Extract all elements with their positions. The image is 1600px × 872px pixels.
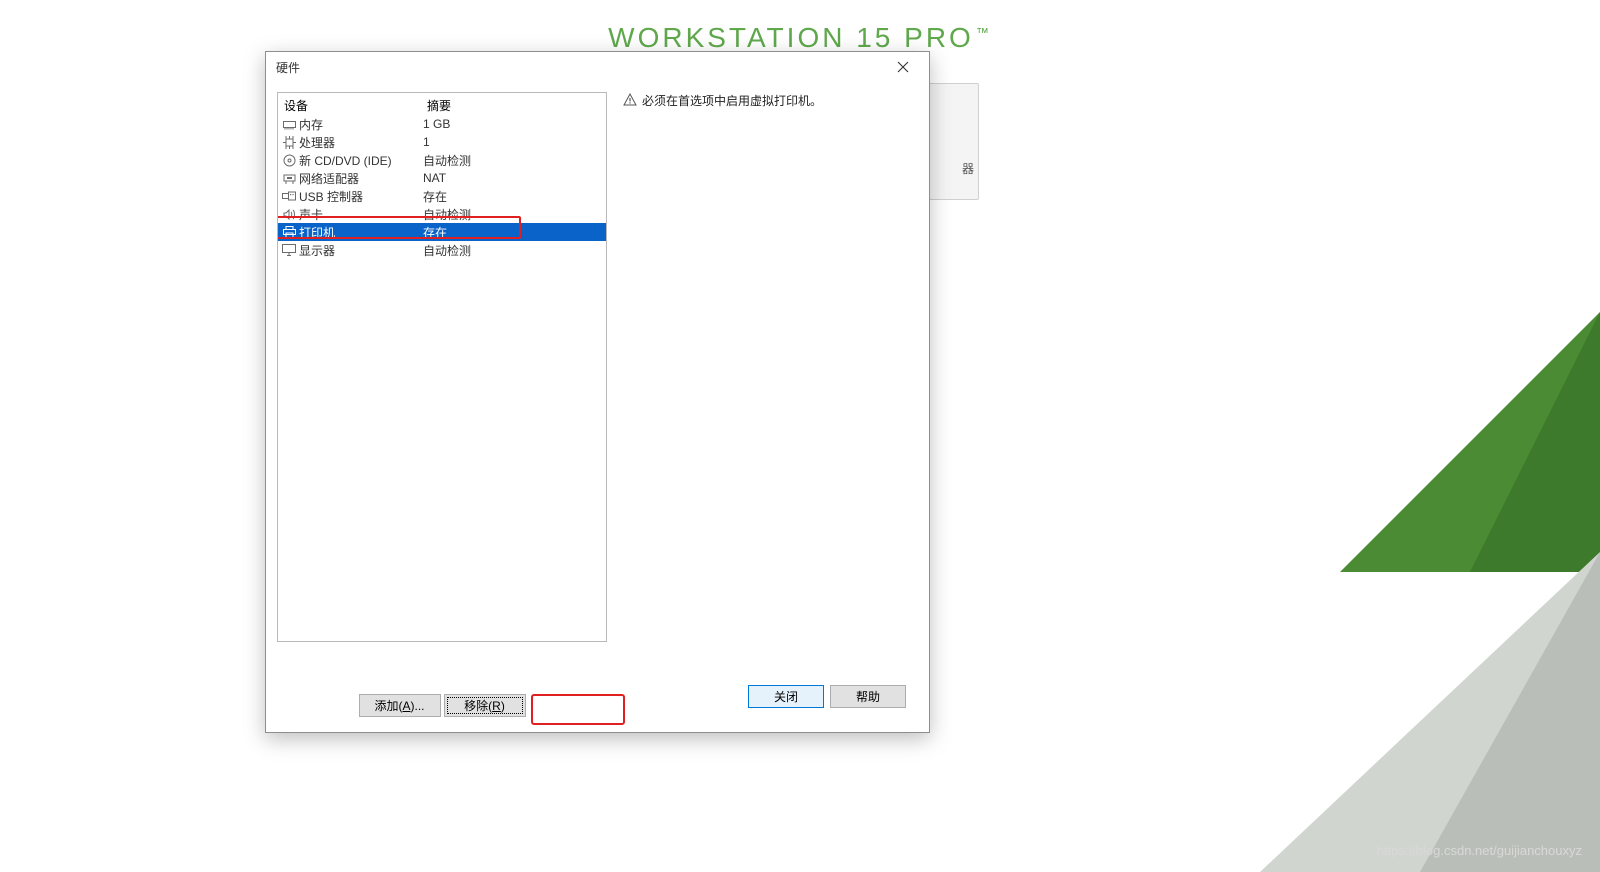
printer-icon [282, 225, 296, 239]
device-row-memory[interactable]: 内存 1 GB [278, 115, 606, 133]
detail-warning: 必须在首选项中启用虚拟打印机。 [623, 92, 917, 109]
remove-button[interactable]: 移除(R) [444, 694, 526, 717]
background-app-title: WORKSTATION 15 PRO™ [0, 22, 1600, 54]
device-summary: 自动检测 [423, 242, 604, 259]
header-summary: 摘要 [423, 97, 604, 114]
bg-panel-peek-char: 器 [962, 160, 974, 177]
close-icon[interactable] [883, 53, 923, 81]
bg-title-tm: ™ [976, 25, 992, 40]
device-summary: 1 [423, 135, 604, 149]
device-name: 声卡 [299, 206, 323, 223]
device-row-sound[interactable]: 声卡 自动检测 [278, 205, 606, 223]
close-button[interactable]: 关闭 [748, 685, 824, 708]
device-summary: 自动检测 [423, 206, 604, 223]
device-row-usb[interactable]: USB 控制器 存在 [278, 187, 606, 205]
disc-icon [282, 153, 296, 167]
usb-icon [282, 189, 296, 203]
device-button-row: 添加(A)... 移除(R) [277, 694, 607, 720]
help-button[interactable]: 帮助 [830, 685, 906, 708]
network-icon [282, 171, 296, 185]
detail-warning-text: 必须在首选项中启用虚拟打印机。 [642, 92, 822, 109]
detail-pane: 必须在首选项中启用虚拟打印机。 [623, 92, 917, 678]
device-name: 新 CD/DVD (IDE) [299, 152, 392, 169]
dialog-footer: 关闭 帮助 [748, 685, 906, 708]
header-device: 设备 [280, 97, 423, 114]
sound-icon [282, 207, 296, 221]
background-artwork [1040, 312, 1600, 872]
device-row-cpu[interactable]: 处理器 1 [278, 133, 606, 151]
device-summary: 自动检测 [423, 152, 604, 169]
device-summary: 1 GB [423, 117, 604, 131]
device-name: 处理器 [299, 134, 335, 151]
watermark-url: https://blog.csdn.net/guijianchouxyz [1377, 843, 1582, 858]
bg-title-main: WORKSTATION 15 [608, 22, 904, 53]
device-summary: NAT [423, 171, 604, 185]
warning-icon [623, 93, 637, 107]
device-name: 打印机 [299, 224, 335, 241]
device-summary: 存在 [423, 224, 604, 241]
device-row-display[interactable]: 显示器 自动检测 [278, 241, 606, 259]
display-icon [282, 243, 296, 257]
device-list-header: 设备 摘要 [278, 93, 606, 115]
memory-icon [282, 117, 296, 131]
device-name: 内存 [299, 116, 323, 133]
device-row-printer[interactable]: 打印机 存在 [278, 223, 606, 241]
device-name: 显示器 [299, 242, 335, 259]
device-pane: 设备 摘要 内存1 GB处理器1新 CD/DVD (IDE)自动检测网络适配器N… [277, 92, 607, 720]
device-summary: 存在 [423, 188, 604, 205]
device-name: 网络适配器 [299, 170, 359, 187]
cpu-icon [282, 135, 296, 149]
device-row-network[interactable]: 网络适配器 NAT [278, 169, 606, 187]
hardware-dialog: 硬件 设备 摘要 内存1 GB处理器1新 CD/DVD (IDE)自动检测网络适… [265, 51, 930, 733]
device-list[interactable]: 设备 摘要 内存1 GB处理器1新 CD/DVD (IDE)自动检测网络适配器N… [277, 92, 607, 642]
device-name: USB 控制器 [299, 188, 363, 205]
bg-title-accent: PRO [904, 22, 974, 53]
dialog-titlebar[interactable]: 硬件 [266, 52, 929, 82]
add-button[interactable]: 添加(A)... [359, 694, 441, 717]
dialog-title: 硬件 [276, 59, 300, 76]
device-row-disc[interactable]: 新 CD/DVD (IDE) 自动检测 [278, 151, 606, 169]
